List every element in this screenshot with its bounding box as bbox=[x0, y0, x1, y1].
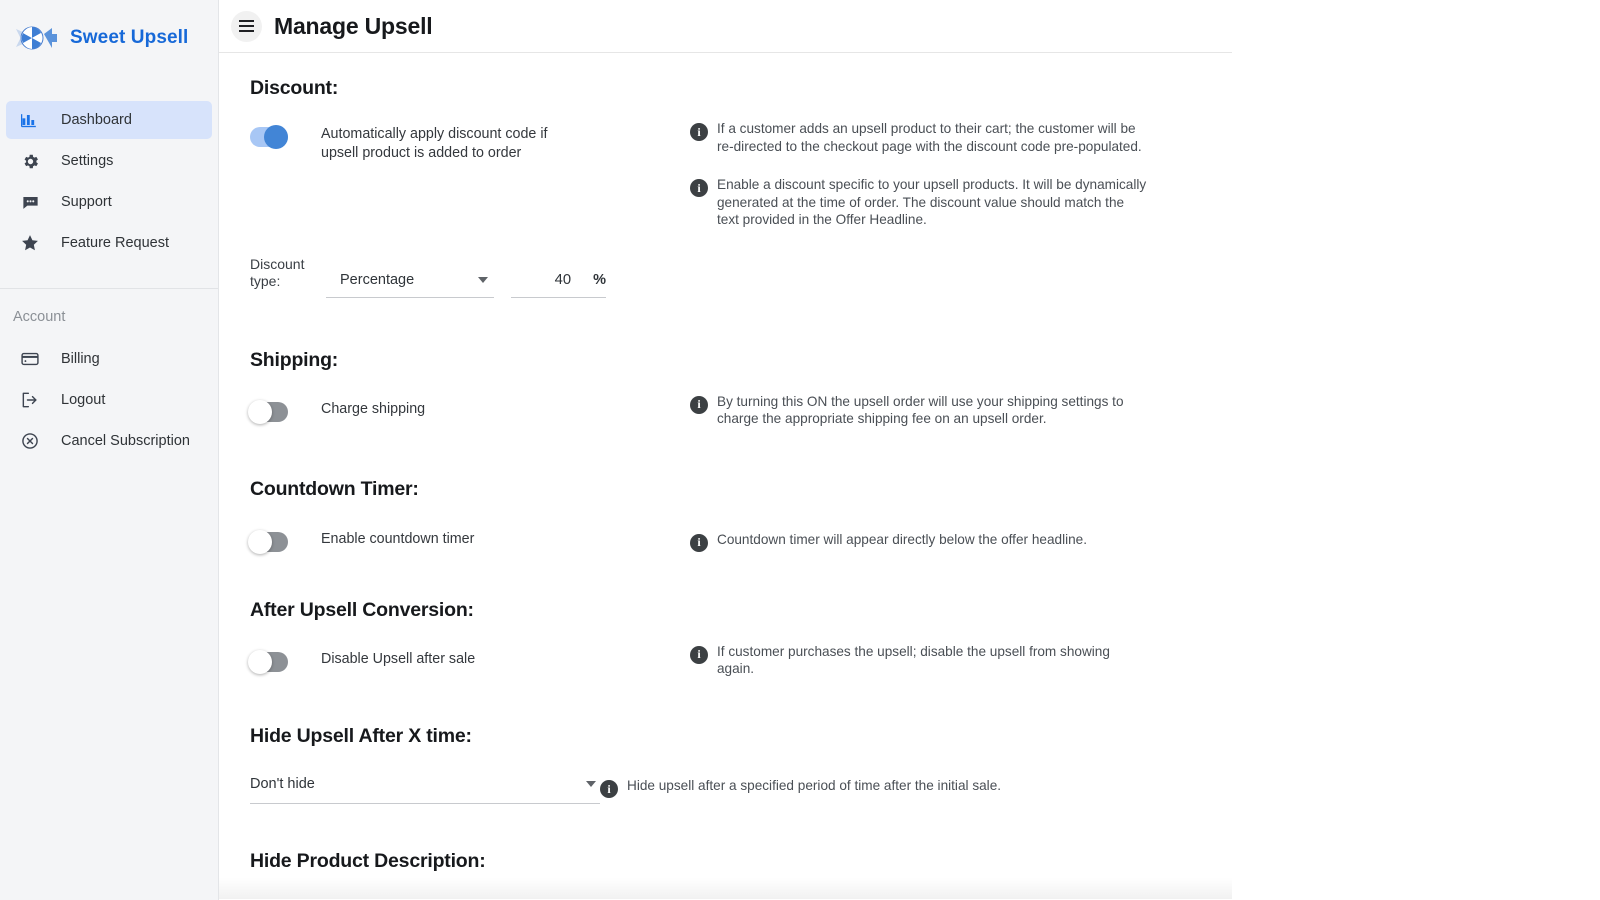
info-hint: i Enable a discount specific to your ups… bbox=[690, 176, 1147, 229]
primary-nav: Dashboard Settings Support Feature Reque… bbox=[0, 101, 218, 262]
star-icon bbox=[18, 231, 42, 255]
sidebar-item-label: Settings bbox=[61, 153, 114, 169]
sidebar-item-label: Cancel Subscription bbox=[61, 433, 190, 449]
sidebar-item-dashboard[interactable]: Dashboard bbox=[6, 101, 212, 139]
chevron-down-icon bbox=[586, 780, 596, 787]
sidebar-item-feature-request[interactable]: Feature Request bbox=[6, 224, 212, 262]
hide-upsell-time-value: Don't hide bbox=[250, 775, 315, 792]
info-icon: i bbox=[690, 123, 708, 141]
section-heading: Hide Product Description: bbox=[250, 849, 486, 872]
cancel-circle-icon bbox=[18, 429, 42, 453]
account-section-label: Account bbox=[13, 309, 66, 325]
toggle-label: Charge shipping bbox=[321, 400, 426, 417]
gear-icon bbox=[18, 149, 42, 173]
info-icon: i bbox=[690, 533, 708, 552]
section-hide-upsell-after-x-time: Hide Upsell After X time: Don't hide i H… bbox=[219, 725, 1232, 804]
info-text: If a customer adds an upsell product to … bbox=[717, 121, 1142, 154]
sidebar-item-settings[interactable]: Settings bbox=[6, 142, 212, 180]
toggle-charge-shipping[interactable] bbox=[248, 399, 288, 424]
bar-chart-icon bbox=[18, 108, 42, 132]
info-icon: i bbox=[690, 395, 708, 414]
sidebar-item-support[interactable]: Support bbox=[6, 183, 212, 221]
main-content-card: Manage Upsell Discount: Automatically ap… bbox=[219, 0, 1232, 900]
chat-icon bbox=[18, 190, 42, 214]
sidebar-item-label: Dashboard bbox=[61, 112, 132, 128]
info-icon: i bbox=[690, 645, 708, 664]
candy-logo-icon bbox=[13, 19, 59, 57]
section-hide-product-description: Hide Product Description: Disable More I… bbox=[219, 850, 1232, 900]
section-heading: Hide Upsell After X time: bbox=[250, 724, 472, 747]
section-heading: After Upsell Conversion: bbox=[250, 598, 474, 621]
discount-amount-unit: % bbox=[593, 271, 606, 288]
section-countdown-timer: Countdown Timer: Enable countdown timer … bbox=[219, 477, 1232, 554]
info-text: By turning this ON the upsell order will… bbox=[717, 393, 1124, 427]
discount-amount-value: 40 bbox=[554, 271, 572, 288]
section-heading: Countdown Timer: bbox=[250, 477, 419, 500]
account-nav: Billing Logout Cancel Subscription bbox=[0, 340, 218, 460]
toggle-label: Automatically apply discount code if ups… bbox=[321, 126, 548, 161]
discount-type-select[interactable]: Percentage bbox=[326, 272, 494, 298]
sidebar-item-label: Logout bbox=[61, 392, 106, 408]
info-icon: i bbox=[600, 780, 618, 798]
discount-amount-input[interactable]: 40 % bbox=[511, 272, 606, 298]
sidebar-item-cancel-subscription[interactable]: Cancel Subscription bbox=[6, 422, 212, 460]
info-text: If customer purchases the upsell; disabl… bbox=[717, 643, 1110, 677]
brand-name: Sweet Upsell bbox=[70, 27, 189, 48]
chevron-down-icon bbox=[478, 276, 488, 283]
info-text: Hide upsell after a specified period of … bbox=[627, 778, 1002, 793]
brand[interactable]: Sweet Upsell bbox=[0, 0, 218, 76]
discount-type-label: Discount type: bbox=[250, 255, 305, 289]
info-text: Enable a discount specific to your upsel… bbox=[717, 177, 1147, 227]
app-root: Sweet Upsell Dashboard Settings Support … bbox=[0, 0, 1600, 900]
toggle-disable-upsell-after-sale[interactable] bbox=[248, 649, 288, 674]
settings-scroll-area[interactable]: Discount: Automatically apply discount c… bbox=[219, 53, 1232, 899]
toggle-label: Enable countdown timer bbox=[321, 530, 475, 547]
hamburger-icon[interactable] bbox=[231, 10, 262, 42]
sidebar: Sweet Upsell Dashboard Settings Support … bbox=[0, 0, 219, 900]
section-discount: Discount: Automatically apply discount c… bbox=[219, 77, 1232, 298]
toggle-label: Disable Upsell after sale bbox=[321, 650, 476, 667]
sidebar-item-label: Feature Request bbox=[61, 235, 170, 251]
toggle-auto-apply-discount[interactable] bbox=[250, 125, 288, 149]
toggle-enable-countdown-timer[interactable] bbox=[248, 529, 288, 554]
sidebar-item-billing[interactable]: Billing bbox=[6, 340, 212, 378]
credit-card-icon bbox=[18, 347, 42, 371]
section-heading: Shipping: bbox=[250, 348, 339, 371]
page-title: Manage Upsell bbox=[274, 12, 433, 39]
section-heading: Discount: bbox=[250, 77, 339, 99]
info-hint: i If a customer adds an upsell product t… bbox=[690, 120, 1147, 155]
sidebar-item-label: Support bbox=[61, 194, 112, 210]
logout-icon bbox=[18, 388, 42, 412]
page-background bbox=[1232, 0, 1600, 900]
sidebar-item-label: Billing bbox=[61, 351, 100, 367]
discount-type-value: Percentage bbox=[340, 271, 415, 288]
info-text: Countdown timer will appear directly bel… bbox=[717, 531, 1088, 547]
info-icon: i bbox=[690, 179, 708, 197]
section-shipping: Shipping: Charge shipping i By turning t… bbox=[219, 349, 1232, 428]
hide-upsell-time-select[interactable]: Don't hide bbox=[250, 776, 600, 804]
sidebar-item-logout[interactable]: Logout bbox=[6, 381, 212, 419]
section-after-upsell-conversion: After Upsell Conversion: Disable Upsell … bbox=[219, 599, 1232, 678]
topbar: Manage Upsell bbox=[219, 0, 1232, 53]
